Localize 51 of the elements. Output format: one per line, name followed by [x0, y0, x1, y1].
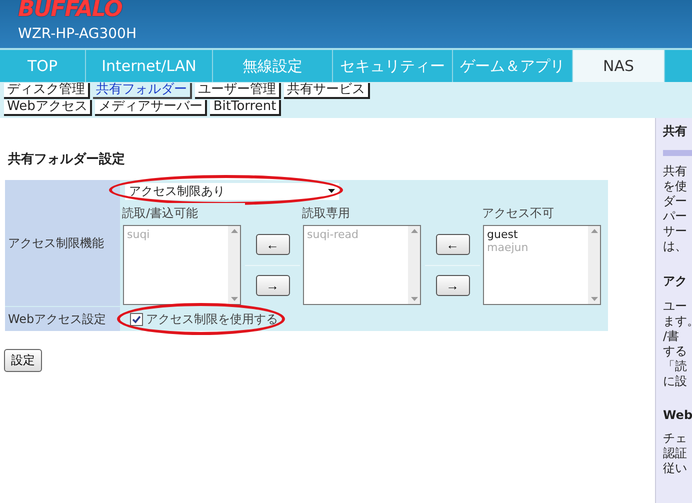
- help-heading: アク: [663, 273, 688, 290]
- sub-tab[interactable]: BitTorrent: [210, 100, 282, 116]
- help-heading: Web: [663, 408, 692, 422]
- sub-tab[interactable]: ディスク管理: [4, 83, 90, 99]
- sub-tab[interactable]: 共有サービス: [284, 83, 370, 99]
- help-text: は、: [663, 239, 688, 254]
- help-text: 従い: [663, 461, 688, 476]
- access-mode-dropdown[interactable]: アクセス制限あり: [125, 182, 339, 200]
- scroll-up-icon[interactable]: [230, 229, 238, 233]
- field-label: Webアクセス設定: [5, 307, 120, 331]
- help-text: パー: [663, 209, 688, 224]
- sub-tab[interactable]: Webアクセス: [4, 100, 92, 116]
- help-text: ダー: [663, 194, 688, 209]
- nav-tab[interactable]: NAS: [573, 50, 665, 82]
- logo: BUFFALO: [18, 0, 122, 21]
- scrollbar[interactable]: [228, 226, 240, 304]
- caret-icon: [328, 189, 335, 193]
- checkbox[interactable]: [130, 312, 143, 326]
- heading-accent-bar: [663, 150, 692, 156]
- scrollbar[interactable]: [588, 226, 600, 304]
- submit-button[interactable]: 設定: [4, 349, 42, 372]
- sub-tab[interactable]: メディアサーバー: [95, 100, 208, 116]
- help-text: に設: [663, 374, 688, 389]
- help-text: 「読: [663, 359, 688, 374]
- move-left-button[interactable]: ←: [436, 234, 470, 255]
- model-name: WZR-HP-AG300H: [18, 26, 136, 42]
- field-label: アクセス制限機能: [5, 180, 120, 306]
- help-text: ユー: [663, 299, 688, 314]
- help-text: する: [663, 344, 688, 359]
- help-text: チェ: [663, 431, 688, 446]
- help-heading: 共有: [663, 123, 688, 140]
- scroll-down-icon[interactable]: [410, 297, 418, 301]
- user-listbox[interactable]: guest maejun: [483, 225, 601, 305]
- scroll-up-icon[interactable]: [590, 229, 598, 233]
- move-right-button[interactable]: →: [256, 275, 290, 296]
- move-left-button[interactable]: ←: [256, 234, 290, 255]
- help-text: を使: [663, 179, 688, 194]
- sub-tab[interactable]: ユーザー管理: [195, 83, 281, 99]
- help-text: 共有: [663, 164, 688, 179]
- sub-tab[interactable]: 共有フォルダー: [93, 83, 192, 99]
- help-text: サー: [663, 224, 688, 239]
- scroll-up-icon[interactable]: [410, 229, 418, 233]
- checkbox-label: アクセス制限を使用する: [146, 310, 278, 328]
- section-title: 共有フォルダー設定: [8, 150, 126, 168]
- scrollbar[interactable]: [408, 226, 420, 304]
- help-text: 認証: [663, 446, 688, 461]
- move-right-button[interactable]: →: [436, 275, 470, 296]
- help-text: ます。: [663, 314, 692, 329]
- scroll-down-icon[interactable]: [230, 297, 238, 301]
- help-text: /書: [663, 329, 680, 344]
- scroll-down-icon[interactable]: [590, 297, 598, 301]
